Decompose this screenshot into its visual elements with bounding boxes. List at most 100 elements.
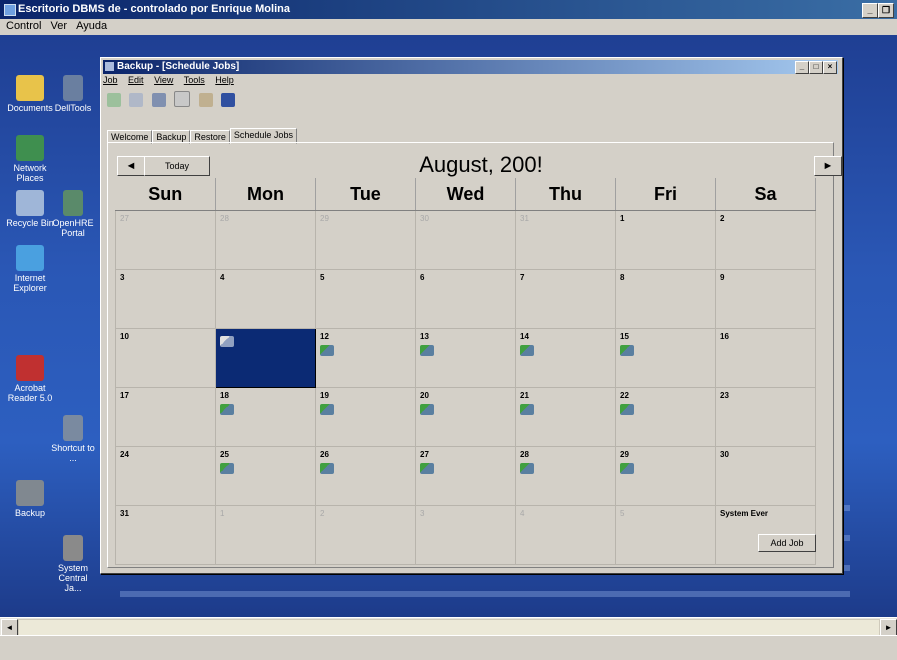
- scheduled-job-icon[interactable]: [620, 404, 634, 415]
- calendar-day-cell[interactable]: 28: [215, 210, 316, 270]
- weekday-header: Thu: [515, 178, 616, 211]
- weekday-header: Fri: [615, 178, 716, 211]
- calendar-day-cell[interactable]: 26: [315, 446, 416, 506]
- previous-month-button[interactable]: ◄: [117, 156, 145, 176]
- menu-edit[interactable]: Edit: [128, 75, 144, 85]
- calendar-day-cell[interactable]: 6: [415, 269, 516, 329]
- day-number: 3: [420, 509, 425, 518]
- calendar-day-cell[interactable]: 28: [515, 446, 616, 506]
- calendar-day-cell[interactable]: 27: [115, 210, 216, 270]
- scrollbar-thumb[interactable]: [18, 619, 880, 636]
- calendar-day-cell[interactable]: 3: [415, 505, 516, 565]
- scheduled-job-icon[interactable]: [420, 463, 434, 474]
- scheduled-job-icon[interactable]: [520, 345, 534, 356]
- scheduled-job-icon[interactable]: [620, 345, 634, 356]
- weekday-header: Wed: [415, 178, 516, 211]
- calendar-day-cell[interactable]: 24: [115, 446, 216, 506]
- scheduled-job-icon[interactable]: [420, 404, 434, 415]
- scroll-right-arrow[interactable]: ►: [880, 619, 897, 636]
- calendar-day-cell[interactable]: 31: [515, 210, 616, 270]
- calendar-day-cell[interactable]: 16: [715, 328, 816, 388]
- calendar-day-cell[interactable]: 19: [315, 387, 416, 447]
- calendar-day-cell[interactable]: 4: [215, 269, 316, 329]
- menu-ayuda[interactable]: Ayuda: [76, 20, 107, 32]
- scheduled-job-icon[interactable]: [420, 345, 434, 356]
- open-icon[interactable]: [129, 93, 144, 107]
- day-number: 8: [620, 273, 625, 282]
- calendar-day-cell[interactable]: 25: [215, 446, 316, 506]
- scheduled-job-icon[interactable]: [320, 345, 334, 356]
- backup-maximize-button[interactable]: □: [809, 61, 823, 74]
- calendar-day-cell[interactable]: 18: [215, 387, 316, 447]
- calendar-day-cell[interactable]: 2: [715, 210, 816, 270]
- desktop-icon-delltools[interactable]: DellTools: [50, 75, 96, 113]
- next-month-button[interactable]: ►: [814, 156, 842, 176]
- day-number: 20: [420, 391, 429, 400]
- horizontal-scrollbar[interactable]: ◄ ►: [0, 617, 897, 636]
- scheduled-job-icon[interactable]: [220, 404, 234, 415]
- desktop-icon-network[interactable]: Network Places: [0, 135, 60, 183]
- scheduled-job-icon[interactable]: [220, 336, 234, 347]
- calendar-day-cell[interactable]: 1: [615, 210, 716, 270]
- desktop-icon-internet-explorer[interactable]: Internet Explorer: [0, 245, 60, 293]
- calendar-day-cell[interactable]: 20: [415, 387, 516, 447]
- calendar-day-cell[interactable]: 9: [715, 269, 816, 329]
- day-number: 26: [320, 450, 329, 459]
- scheduled-job-icon[interactable]: [620, 463, 634, 474]
- menu-control[interactable]: Control: [6, 20, 41, 32]
- calendar-day-cell[interactable]: 3: [115, 269, 216, 329]
- menu-view[interactable]: View: [154, 75, 173, 85]
- scheduled-job-icon[interactable]: [320, 404, 334, 415]
- scheduled-job-icon[interactable]: [320, 463, 334, 474]
- properties-icon[interactable]: [198, 93, 213, 107]
- calendar-day-cell[interactable]: 12: [315, 328, 416, 388]
- today-button[interactable]: Today: [144, 156, 210, 176]
- calendar-day-cell[interactable]: 10: [115, 328, 216, 388]
- scheduled-job-icon[interactable]: [520, 404, 534, 415]
- calendar-day-cell[interactable]: 2: [315, 505, 416, 565]
- menu-help[interactable]: Help: [215, 75, 234, 85]
- desktop-icon-openhre[interactable]: OpenHRE Portal: [50, 190, 96, 238]
- help-pointer-icon[interactable]: [221, 93, 236, 107]
- calendar-day-cell[interactable]: 29: [615, 446, 716, 506]
- minimize-button[interactable]: _: [862, 3, 878, 18]
- calendar-day-cell[interactable]: 21: [515, 387, 616, 447]
- calendar-day-cell[interactable]: 17: [115, 387, 216, 447]
- calendar-day-cell[interactable]: 5: [315, 269, 416, 329]
- calendar-day-cell[interactable]: 30: [415, 210, 516, 270]
- calendar-day-cell[interactable]: 7: [515, 269, 616, 329]
- menu-ver[interactable]: Ver: [51, 20, 68, 32]
- calendar-day-cell[interactable]: 5: [615, 505, 716, 565]
- calendar-day-cell[interactable]: 8: [615, 269, 716, 329]
- menu-tools[interactable]: Tools: [184, 75, 205, 85]
- desktop-icon-backup[interactable]: Backup: [0, 480, 60, 518]
- desktop-icon-system-central[interactable]: System Central Ja...: [50, 535, 96, 593]
- calendar-week-row: 27 28 29 30 31 1 2: [115, 210, 816, 270]
- new-job-icon[interactable]: [107, 93, 121, 107]
- calendar-day-cell[interactable]: 31: [115, 505, 216, 565]
- scheduled-job-icon[interactable]: [220, 463, 234, 474]
- calendar-day-cell[interactable]: 23: [715, 387, 816, 447]
- calendar-day-cell[interactable]: 22: [615, 387, 716, 447]
- backup-close-button[interactable]: ×: [823, 61, 837, 74]
- calendar-day-cell[interactable]: 14: [515, 328, 616, 388]
- calendar-day-cell[interactable]: 1: [215, 505, 316, 565]
- desktop-icon-shortcut[interactable]: Shortcut to ...: [50, 415, 96, 463]
- calendar-day-cell[interactable]: [215, 328, 316, 388]
- restore-button[interactable]: ❐: [878, 3, 894, 18]
- backup-minimize-button[interactable]: _: [795, 61, 809, 74]
- save-icon[interactable]: [151, 93, 166, 107]
- menu-job[interactable]: Job: [103, 75, 118, 85]
- calendar-day-cell[interactable]: 13: [415, 328, 516, 388]
- print-preview-icon[interactable]: [174, 91, 191, 107]
- system-event-label[interactable]: System Ever: [720, 509, 811, 518]
- calendar-day-cell[interactable]: 4: [515, 505, 616, 565]
- scroll-left-arrow[interactable]: ◄: [1, 619, 18, 636]
- desktop-icon-acrobat[interactable]: Acrobat Reader 5.0: [0, 355, 60, 403]
- scheduled-job-icon[interactable]: [520, 463, 534, 474]
- calendar-day-cell[interactable]: 27: [415, 446, 516, 506]
- add-job-button[interactable]: Add Job: [758, 534, 816, 552]
- calendar-day-cell[interactable]: 30: [715, 446, 816, 506]
- calendar-day-cell[interactable]: 29: [315, 210, 416, 270]
- calendar-day-cell[interactable]: 15: [615, 328, 716, 388]
